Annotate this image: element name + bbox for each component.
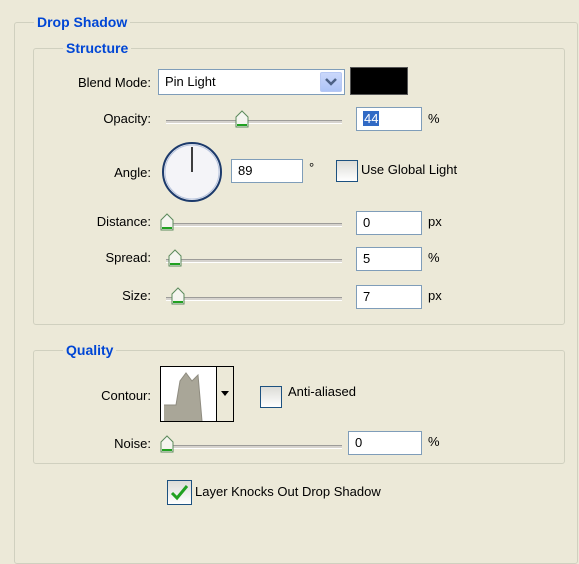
distance-slider-thumb[interactable] — [160, 213, 174, 231]
noise-input[interactable]: 0 — [348, 431, 422, 455]
size-slider-thumb[interactable] — [171, 287, 185, 305]
blend-mode-value: Pin Light — [165, 74, 216, 89]
chevron-down-icon[interactable] — [320, 72, 342, 92]
contour-label: Contour: — [101, 388, 151, 403]
spread-slider-track[interactable] — [166, 259, 342, 263]
size-unit: px — [428, 288, 442, 303]
opacity-slider-track[interactable] — [166, 120, 342, 124]
contour-preview-icon — [162, 367, 216, 421]
spread-unit: % — [428, 250, 440, 265]
noise-unit: % — [428, 434, 440, 449]
use-global-light-checkbox[interactable] — [336, 160, 358, 182]
size-label: Size: — [122, 288, 151, 303]
distance-slider-track[interactable] — [166, 223, 342, 227]
layer-knocks-out-checkbox[interactable] — [167, 480, 192, 505]
size-input[interactable]: 7 — [356, 285, 422, 309]
anti-aliased-checkbox[interactable] — [260, 386, 282, 408]
spread-value: 5 — [363, 251, 371, 266]
blend-mode-select[interactable]: Pin Light — [158, 69, 345, 95]
noise-value: 0 — [355, 435, 363, 450]
spread-slider-thumb[interactable] — [168, 249, 182, 267]
angle-input[interactable]: 89 — [231, 159, 303, 183]
distance-value: 0 — [363, 215, 371, 230]
checkmark-icon — [170, 485, 189, 501]
opacity-slider-thumb[interactable] — [235, 110, 249, 128]
triangle-down-icon — [221, 391, 229, 396]
opacity-label: Opacity: — [103, 111, 151, 126]
layer-knocks-out-label[interactable]: Layer Knocks Out Drop Shadow — [195, 484, 381, 500]
opacity-value: 44 — [363, 111, 380, 126]
anti-aliased-label[interactable]: Anti-aliased — [288, 384, 356, 400]
spread-label: Spread: — [105, 250, 151, 265]
blend-mode-label: Blend Mode: — [78, 75, 151, 90]
distance-input[interactable]: 0 — [356, 211, 422, 235]
opacity-unit: % — [428, 111, 440, 126]
angle-dial[interactable] — [161, 141, 223, 203]
angle-unit: ° — [309, 160, 315, 175]
contour-picker[interactable] — [160, 366, 234, 422]
angle-label: Angle: — [114, 165, 151, 180]
noise-label: Noise: — [114, 436, 151, 451]
noise-slider-track[interactable] — [166, 445, 342, 449]
distance-label: Distance: — [96, 214, 151, 229]
opacity-input[interactable]: 44 — [356, 107, 422, 131]
quality-title: Quality — [63, 342, 117, 358]
structure-title: Structure — [63, 40, 132, 56]
distance-unit: px — [428, 214, 442, 229]
contour-dropdown-button[interactable] — [216, 367, 233, 421]
angle-value: 89 — [238, 163, 253, 178]
shadow-color-swatch[interactable] — [350, 67, 408, 95]
spread-input[interactable]: 5 — [356, 247, 422, 271]
size-value: 7 — [363, 289, 371, 304]
noise-slider-thumb[interactable] — [160, 435, 174, 453]
use-global-light-label[interactable]: Use Global Light — [361, 162, 457, 178]
drop-shadow-title: Drop Shadow — [34, 14, 131, 30]
size-slider-track[interactable] — [166, 297, 342, 301]
